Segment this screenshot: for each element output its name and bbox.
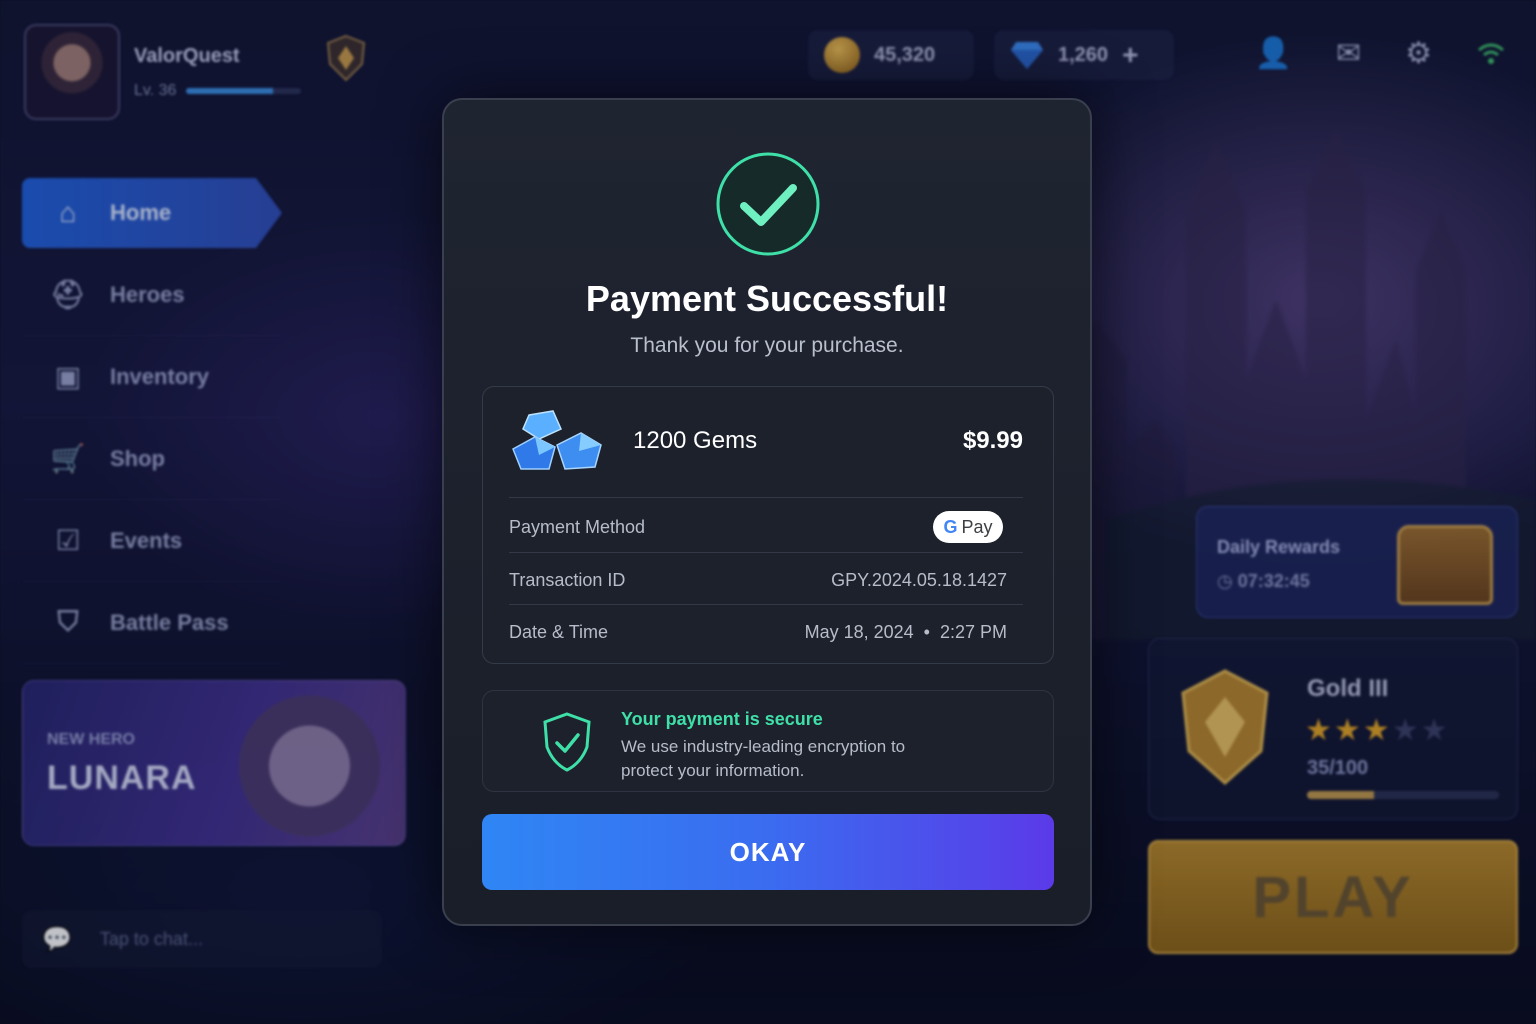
chat-bubble-icon: 💬 bbox=[42, 925, 72, 953]
gem-amount: 1,260 bbox=[1058, 43, 1109, 66]
star-icon: ★ bbox=[1305, 714, 1334, 747]
rank-card[interactable]: Gold III ★★★★★ 35/100 bbox=[1148, 638, 1518, 820]
daily-rewards-title: Daily Rewards bbox=[1217, 537, 1341, 557]
divider bbox=[509, 604, 1023, 605]
success-check-icon bbox=[716, 152, 820, 256]
add-friend-icon[interactable]: 👤 bbox=[1255, 36, 1292, 71]
gem-balance[interactable]: 1,260 + bbox=[994, 30, 1174, 80]
rank-progress-text: 35/100 bbox=[1307, 757, 1369, 779]
rank-stars: ★★★★★ bbox=[1305, 713, 1450, 748]
hero-tag: NEW HERO bbox=[47, 731, 135, 748]
secure-text: We use industry-leading encryption to pr… bbox=[621, 737, 906, 780]
player-level: Lv. 36 bbox=[134, 81, 177, 99]
secure-title: Your payment is secure bbox=[621, 709, 823, 729]
sidebar-item-label: Inventory bbox=[110, 363, 210, 389]
star-icon: ★ bbox=[1420, 714, 1450, 747]
sidebar-item-battle-pass[interactable]: ⛉ Battle Pass bbox=[22, 582, 282, 664]
sidebar-nav: ⌂ Home ⛑ Heroes ▣ Inventory 🛒 Shop ☑ Eve… bbox=[22, 178, 282, 664]
daily-rewards-timer: ◷ 07:32:45 bbox=[1217, 571, 1310, 591]
clock-icon: ◷ bbox=[1217, 571, 1233, 591]
okay-button[interactable]: OKAY bbox=[482, 814, 1054, 890]
chat-placeholder: Tap to chat... bbox=[99, 928, 203, 949]
helmet-icon: ⛑ bbox=[50, 279, 86, 310]
settings-gear-icon[interactable]: ⚙ bbox=[1405, 36, 1432, 71]
coin-balance[interactable]: 45,320 bbox=[808, 30, 974, 80]
xp-bar-fill bbox=[186, 87, 273, 94]
datetime-value: May 18, 2024 • 2:27 PM bbox=[804, 622, 1007, 642]
star-icon: ★ bbox=[1391, 714, 1421, 747]
dialog-subtitle: Thank you for your purchase. bbox=[630, 334, 904, 357]
sidebar-item-label: Events bbox=[110, 527, 183, 553]
mail-icon[interactable]: ✉ bbox=[1336, 36, 1361, 71]
item-price: $9.99 bbox=[962, 427, 1023, 454]
receipt-card: 1200 Gems $9.99 Payment Method G Pay Tra… bbox=[482, 386, 1054, 664]
sidebar-item-label: Home bbox=[110, 199, 172, 225]
sidebar-item-inventory[interactable]: ▣ Inventory bbox=[22, 336, 282, 418]
payment-method-label: Payment Method bbox=[509, 517, 646, 537]
wifi-icon bbox=[1478, 43, 1504, 64]
secure-payment-notice: Your payment is secure We use industry-l… bbox=[482, 690, 1054, 792]
home-icon: ⌂ bbox=[59, 196, 77, 228]
shield-check-icon bbox=[543, 712, 591, 772]
sidebar-item-shop[interactable]: 🛒 Shop bbox=[22, 418, 282, 500]
avatar[interactable] bbox=[24, 24, 120, 120]
gem-icon bbox=[1011, 42, 1043, 69]
play-button[interactable]: PLAY bbox=[1148, 840, 1518, 954]
treasure-chest-icon bbox=[1397, 525, 1493, 605]
bag-icon: ▣ bbox=[54, 361, 82, 392]
gems-pile-icon bbox=[512, 410, 602, 470]
transaction-id-value: GPY.2024.05.18.1427 bbox=[831, 570, 1007, 590]
star-half-icon: ★ bbox=[1362, 714, 1392, 747]
rank-progress-bar bbox=[1307, 791, 1499, 799]
google-g-icon: G bbox=[943, 516, 958, 537]
xp-bar bbox=[186, 87, 302, 94]
divider bbox=[509, 552, 1023, 553]
sidebar-item-events[interactable]: ☑ Events bbox=[22, 500, 282, 582]
daily-rewards-card[interactable]: Daily Rewards ◷ 07:32:45 bbox=[1196, 506, 1518, 618]
add-gems-button[interactable]: + bbox=[1122, 39, 1138, 71]
calendar-check-icon: ☑ bbox=[55, 525, 81, 556]
cart-icon: 🛒 bbox=[50, 443, 86, 474]
transaction-id-label: Transaction ID bbox=[509, 570, 626, 590]
player-name: ValorQuest bbox=[134, 44, 240, 67]
sidebar-item-label: Heroes bbox=[110, 281, 185, 307]
chat-input[interactable]: 💬 Tap to chat... bbox=[22, 910, 382, 968]
item-name: 1200 Gems bbox=[633, 427, 758, 454]
rank-name: Gold III bbox=[1307, 675, 1389, 702]
hero-portrait bbox=[205, 681, 395, 845]
rank-progress-fill bbox=[1307, 791, 1375, 799]
divider bbox=[509, 497, 1023, 498]
gold-rank-medal-icon bbox=[1181, 669, 1269, 786]
google-pay-badge: G Pay bbox=[933, 511, 1003, 543]
new-hero-banner[interactable]: NEW HERO LUNARA bbox=[22, 680, 406, 846]
rank-shield-icon[interactable] bbox=[324, 34, 368, 82]
dialog-title: Payment Successful! bbox=[585, 278, 949, 319]
datetime-label: Date & Time bbox=[509, 622, 609, 642]
coin-amount: 45,320 bbox=[874, 43, 936, 66]
coin-icon bbox=[824, 37, 860, 73]
sidebar-item-label: Battle Pass bbox=[110, 609, 229, 635]
hero-name: LUNARA bbox=[47, 759, 197, 797]
sidebar-item-label: Shop bbox=[110, 445, 165, 471]
sidebar-item-heroes[interactable]: ⛑ Heroes bbox=[22, 254, 282, 336]
sidebar-item-home[interactable]: ⌂ Home bbox=[22, 178, 282, 248]
payment-success-dialog: Payment Successful! Thank you for your p… bbox=[442, 98, 1092, 926]
star-icon: ★ bbox=[1333, 714, 1363, 747]
shield-star-icon: ⛉ bbox=[57, 606, 79, 637]
player-profile[interactable]: ValorQuest Lv. 36 bbox=[24, 24, 302, 120]
